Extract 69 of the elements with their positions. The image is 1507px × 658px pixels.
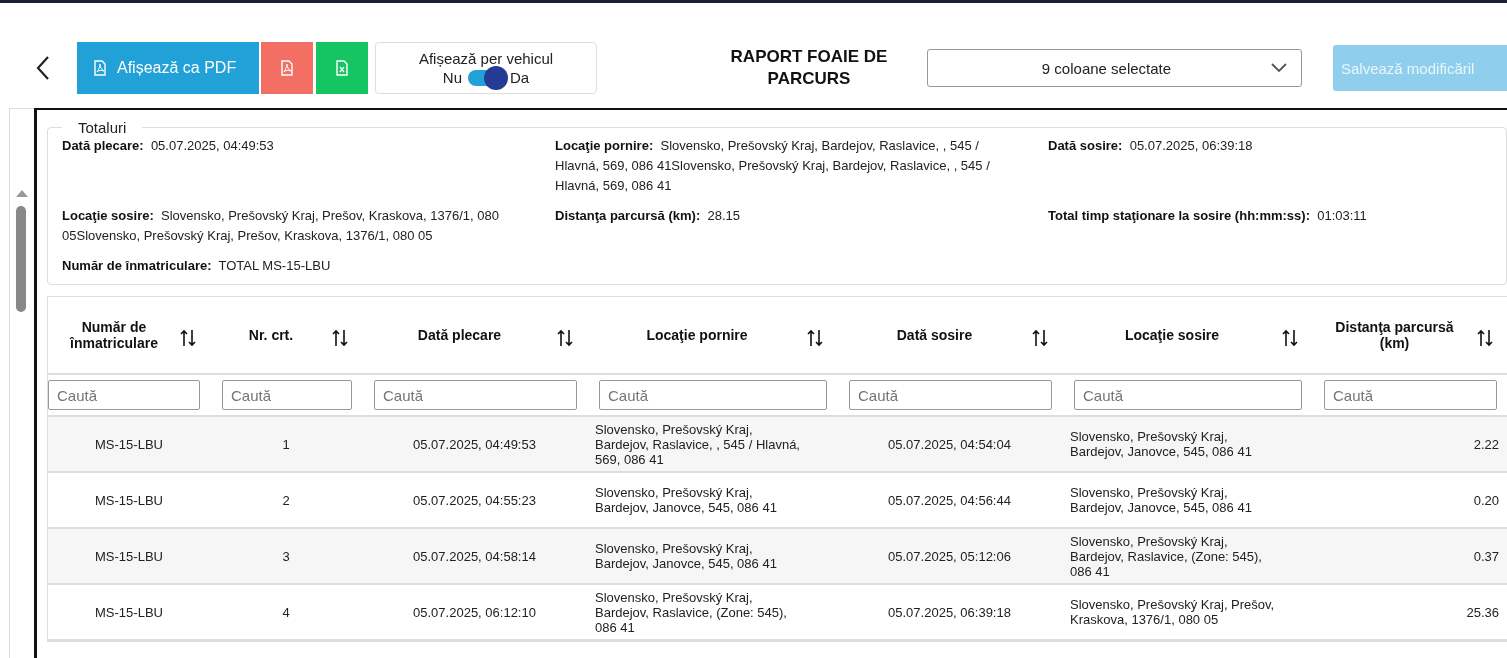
table-cell-text: Slovensko, Prešovský Kraj, Bardejov, Janovce, 545, 086 41	[595, 485, 778, 515]
column-header[interactable]: Număr de înmatriculare	[49, 319, 179, 351]
table-cell-text: Slovensko, Prešovský Kraj, Bardejov, Raslavice, (Zone: 545), 086 41	[595, 589, 788, 635]
table-cell: 05.07.2025, 04:55:23	[413, 492, 536, 508]
table-cell: 2	[282, 492, 290, 508]
off-label: Nu	[442, 69, 462, 86]
total-field: Distanţa parcursă (km): 28.15	[555, 206, 1025, 246]
pdf-file-icon	[93, 60, 107, 76]
scroll-up-icon[interactable]	[16, 189, 28, 197]
column-header[interactable]: Locaţie sosire	[1124, 327, 1220, 343]
table-cell-text: Slovensko, Prešovský Kraj, Bardejov, Raslavice, , 545 / Hlavná, 569, 086 41	[595, 421, 801, 467]
sort-icon[interactable]	[807, 329, 823, 347]
column-header[interactable]: Nr. crt.	[248, 327, 294, 343]
table-cell: MS-15-LBU	[95, 492, 163, 508]
table-cell: 05.07.2025, 06:12:10	[413, 604, 536, 620]
table-cell: MS-15-LBU	[95, 604, 163, 620]
report-title: RAPORT FOAIE DE PARCURS	[729, 46, 889, 90]
column-header[interactable]: Locaţie pornire	[646, 327, 748, 343]
sort-icon[interactable]	[332, 329, 348, 347]
table-cell: 2.22	[1473, 436, 1499, 452]
table-cell: 25.36	[1466, 604, 1499, 620]
per-vehicle-label: Afișează per vehicul	[418, 50, 554, 67]
table-cell: 4	[282, 604, 290, 620]
chevron-down-icon	[1271, 63, 1287, 73]
sort-icon[interactable]	[180, 329, 196, 347]
filter-field[interactable]: Caută	[1074, 380, 1302, 410]
table-cell-text: Slovensko, Prešovský Kraj, Prešov, Kraskova, 1376/1, 080 05	[1070, 597, 1276, 627]
table-cell-text: Slovensko, Prešovský Kraj, Bardejov, Janovce, 545, 086 41	[595, 541, 778, 571]
filter-field[interactable]: Caută	[599, 380, 827, 410]
excel-file-icon	[335, 60, 349, 76]
table-cell: 1	[282, 436, 290, 452]
table-cell: 05.07.2025, 04:49:53	[413, 436, 536, 452]
column-header[interactable]: Distanţa parcursă (km)	[1329, 319, 1460, 351]
sort-icon[interactable]	[1282, 329, 1298, 347]
pdf-file-icon	[280, 60, 294, 76]
sort-icon[interactable]	[1032, 329, 1048, 347]
table-cell: MS-15-LBU	[95, 436, 163, 452]
sort-icon[interactable]	[557, 329, 573, 347]
table-cell-text: Slovensko, Prešovský Kraj, Bardejov, Janovce, 545, 086 41	[1070, 429, 1253, 459]
on-label: Da	[510, 69, 530, 86]
column-header[interactable]: Dată sosire	[896, 327, 973, 343]
total-field: Număr de înmatriculare: TOTAL MS-15-LBU	[62, 256, 532, 276]
table-cell: 0.37	[1473, 548, 1499, 564]
totals-legend: Totaluri	[62, 119, 143, 136]
filter-field[interactable]: Caută	[849, 380, 1052, 410]
column-header[interactable]: Dată plecare	[417, 327, 502, 343]
total-field: Total timp staţionare la sosire (hh:mm:ss): 01:03:11	[1048, 206, 1496, 246]
table-cell: 05.07.2025, 06:39:18	[888, 604, 1011, 620]
filter-field[interactable]: Caută	[222, 380, 352, 410]
total-field: Dată plecare: 05.07.2025, 04:49:53	[62, 136, 532, 196]
filter-field[interactable]: Caută	[48, 380, 200, 410]
filter-field[interactable]: Caută	[1324, 380, 1497, 410]
total-field: Dată sosire: 05.07.2025, 06:39:18	[1048, 136, 1496, 196]
table-cell: MS-15-LBU	[95, 548, 163, 564]
table-cell: 3	[282, 548, 290, 564]
columns-select[interactable]: 9 coloane selectate	[927, 49, 1302, 87]
sort-icon[interactable]	[1477, 329, 1493, 347]
table-cell: 05.07.2025, 04:54:04	[888, 436, 1011, 452]
table-cell-text: Slovensko, Prešovský Kraj, Bardejov, Raslavice, (Zone: 545), 086 41	[1070, 533, 1263, 579]
table-cell: 05.07.2025, 04:56:44	[888, 492, 1011, 508]
table-cell: 0.20	[1473, 492, 1499, 508]
back-chevron-icon[interactable]	[36, 55, 50, 81]
scrollbar-thumb[interactable]	[16, 206, 26, 312]
table-cell: 05.07.2025, 04:58:14	[413, 548, 536, 564]
filter-field[interactable]: Caută	[374, 380, 577, 410]
table-cell: 05.07.2025, 05:12:06	[888, 548, 1011, 564]
table-cell-text: Slovensko, Prešovský Kraj, Bardejov, Janovce, 545, 086 41	[1070, 485, 1253, 515]
total-field: Locaţie pornire: Slovensko, Prešovský Kraj, Bardejov, Raslavice, , 545 / Hlavná, 569, 086 41Slovensko, Prešovský Kraj, Bardejov, Raslavice, , 545 / Hlavná, 569, 086 41	[555, 136, 1025, 196]
total-field: Locaţie sosire: Slovensko, Prešovský Kraj, Prešov, Kraskova, 1376/1, 080 05Slovensko, Prešovský Kraj, Prešov, Kraskova, 1376/1, 080 05	[62, 206, 532, 246]
